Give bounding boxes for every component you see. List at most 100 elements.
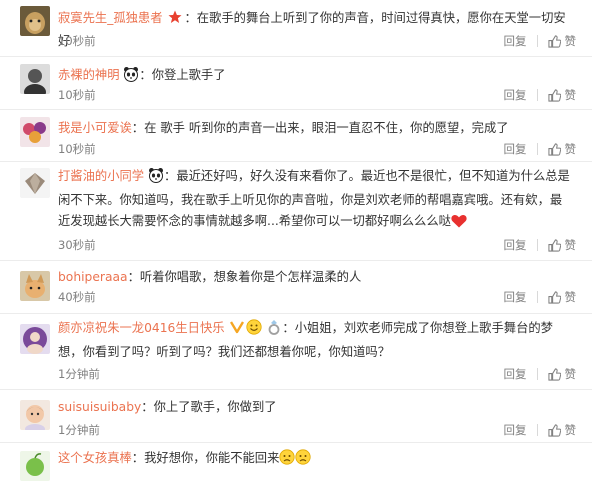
divider (536, 239, 538, 251)
comment-separator: ： (141, 400, 154, 414)
avatar[interactable] (20, 400, 50, 430)
comment-time: 1分钟前 (58, 423, 100, 437)
comment-time: 10秒前 (58, 142, 96, 156)
comment-item: suisuisuibaby：你上了歌手，你做到了 1分钟前 回复 赞 (0, 390, 592, 443)
comment-text: 在 歌手 听到你的声音一出来，眼泪一直忍不住，你的愿望，完成了 (144, 121, 509, 135)
comment-text: 你登上歌手了 (151, 68, 226, 82)
thumbs-up-icon (547, 367, 561, 381)
comment-separator: ： (164, 169, 177, 183)
like-label: 赞 (564, 88, 577, 102)
avatar[interactable] (20, 168, 50, 198)
comment-username[interactable]: 这个女孩真棒 (58, 451, 132, 465)
thumbs-up-icon (547, 88, 561, 102)
avatar[interactable] (20, 271, 50, 301)
comment-time: 10秒前 (58, 88, 96, 102)
comment-actions: 回复 赞 (504, 422, 577, 438)
panda-emoji-icon (123, 66, 139, 89)
avatar[interactable] (20, 324, 50, 354)
avatar[interactable] (20, 64, 50, 94)
comment-actions: 回复 赞 (504, 87, 577, 103)
comment-username[interactable]: 寂寞先生_孤独患者 (58, 11, 163, 25)
reply-button[interactable]: 回复 (504, 422, 527, 438)
comment-item: 我是小可爱诶：在 歌手 听到你的声音一出来，眼泪一直忍不住，你的愿望，完成了 1… (0, 110, 592, 162)
comment-actions: 回复 赞 (504, 366, 577, 382)
comment-body: 这个女孩真棒：我好想你，你能不能回来 (58, 448, 574, 472)
comment-separator: ： (139, 68, 152, 82)
comment-time: 40秒前 (58, 290, 96, 304)
like-label: 赞 (564, 290, 577, 304)
comment-body: bohiperaaa：听着你唱歌，想象着你是个怎样温柔的人 (58, 267, 574, 288)
comment-text: 听着你唱歌，想象着你是个怎样温柔的人 (139, 270, 362, 284)
v-badge-icon (230, 320, 245, 341)
sad-emoji-icon (295, 449, 311, 472)
avatar[interactable] (20, 6, 50, 36)
divider (536, 35, 538, 47)
divider (536, 424, 538, 436)
reply-button[interactable]: 回复 (504, 141, 527, 157)
comment-item: bohiperaaa：听着你唱歌，想象着你是个怎样温柔的人 40秒前 回复 赞 (0, 261, 592, 314)
thumbs-up-icon (547, 238, 561, 252)
comment-separator: ： (131, 451, 145, 465)
comment-text: 我好想你，你能不能回来 (144, 451, 280, 465)
comment-username[interactable]: 颜亦凉祝朱一龙0416生日快乐 (58, 321, 225, 335)
comment-body: suisuisuibaby：你上了歌手，你做到了 (58, 397, 574, 418)
divider (536, 291, 538, 303)
comment-username[interactable]: 赤裸的神明 (58, 68, 120, 82)
comment-actions: 回复 赞 (504, 141, 577, 157)
divider (536, 89, 538, 101)
comment-item: 颜亦凉祝朱一龙0416生日快乐 ：小姐姐，刘欢老师完成了你想登上歌手舞台的梦想，… (0, 314, 592, 390)
comment-username[interactable]: 我是小可爱诶 (58, 121, 132, 135)
comment-body: 赤裸的神明 ：你登上歌手了 (58, 65, 574, 89)
comment-item: 打酱油的小同学 ：最近还好吗，好久没有来看你了。最近也不是很忙，但不知道为什么总… (0, 162, 592, 261)
comment-separator: ： (184, 11, 197, 25)
comment-time: 10秒前 (58, 34, 96, 48)
comment-separator: ： (127, 270, 140, 284)
like-button[interactable]: 赞 (547, 289, 577, 305)
reply-button[interactable]: 回复 (504, 33, 527, 49)
comment-item: 这个女孩真棒：我好想你，你能不能回来 (0, 443, 592, 481)
divider (536, 143, 538, 155)
like-button[interactable]: 赞 (547, 422, 577, 438)
comment-body: 颜亦凉祝朱一龙0416生日快乐 ：小姐姐，刘欢老师完成了你想登上歌手舞台的梦想，… (58, 318, 574, 363)
like-button[interactable]: 赞 (547, 87, 577, 103)
comment-text: 你上了歌手，你做到了 (153, 400, 277, 414)
thumbs-up-icon (547, 34, 561, 48)
comment-username[interactable]: suisuisuibaby (58, 400, 141, 414)
heart-emoji-icon (451, 214, 467, 235)
reply-button[interactable]: 回复 (504, 237, 527, 253)
like-button[interactable]: 赞 (547, 33, 577, 49)
like-label: 赞 (564, 238, 577, 252)
thumbs-up-icon (547, 423, 561, 437)
like-label: 赞 (564, 423, 577, 437)
comment-separator: ： (282, 321, 295, 335)
thumbs-up-icon (547, 142, 561, 156)
reply-button[interactable]: 回复 (504, 87, 527, 103)
reply-button[interactable]: 回复 (504, 289, 527, 305)
comment-username[interactable]: 打酱油的小同学 (58, 169, 144, 183)
comment-list: 寂寞先生_孤独患者 ：在歌手的舞台上听到了你的声音，时间过得真快，愿你在天堂一切… (0, 0, 592, 481)
like-label: 赞 (564, 142, 577, 156)
reply-button[interactable]: 回复 (504, 366, 527, 382)
comment-body: 打酱油的小同学 ：最近还好吗，好久没有来看你了。最近也不是很忙，但不知道为什么总… (58, 166, 574, 235)
comment-time: 1分钟前 (58, 367, 100, 381)
comment-username[interactable]: bohiperaaa (58, 270, 128, 284)
comment-actions: 回复 赞 (504, 237, 577, 253)
divider (536, 368, 538, 380)
sad-emoji-icon (279, 449, 295, 472)
comment-actions: 回复 赞 (504, 33, 577, 49)
panda-emoji-icon (148, 167, 164, 190)
ring-icon (266, 319, 282, 342)
like-button[interactable]: 赞 (547, 141, 577, 157)
comment-body: 我是小可爱诶：在 歌手 听到你的声音一出来，眼泪一直忍不住，你的愿望，完成了 (58, 118, 574, 139)
like-label: 赞 (564, 34, 577, 48)
smile-emoji-icon (246, 319, 263, 342)
comment-body: 寂寞先生_孤独患者 ：在歌手的舞台上听到了你的声音，时间过得真快，愿你在天堂一切… (58, 8, 574, 52)
like-button[interactable]: 赞 (547, 237, 577, 253)
comment-item: 寂寞先生_孤独患者 ：在歌手的舞台上听到了你的声音，时间过得真快，愿你在天堂一切… (0, 0, 592, 57)
avatar[interactable] (20, 451, 50, 481)
like-button[interactable]: 赞 (547, 366, 577, 382)
thumbs-up-icon (547, 290, 561, 304)
comment-time: 30秒前 (58, 238, 96, 252)
like-label: 赞 (564, 367, 577, 381)
avatar[interactable] (20, 117, 50, 147)
